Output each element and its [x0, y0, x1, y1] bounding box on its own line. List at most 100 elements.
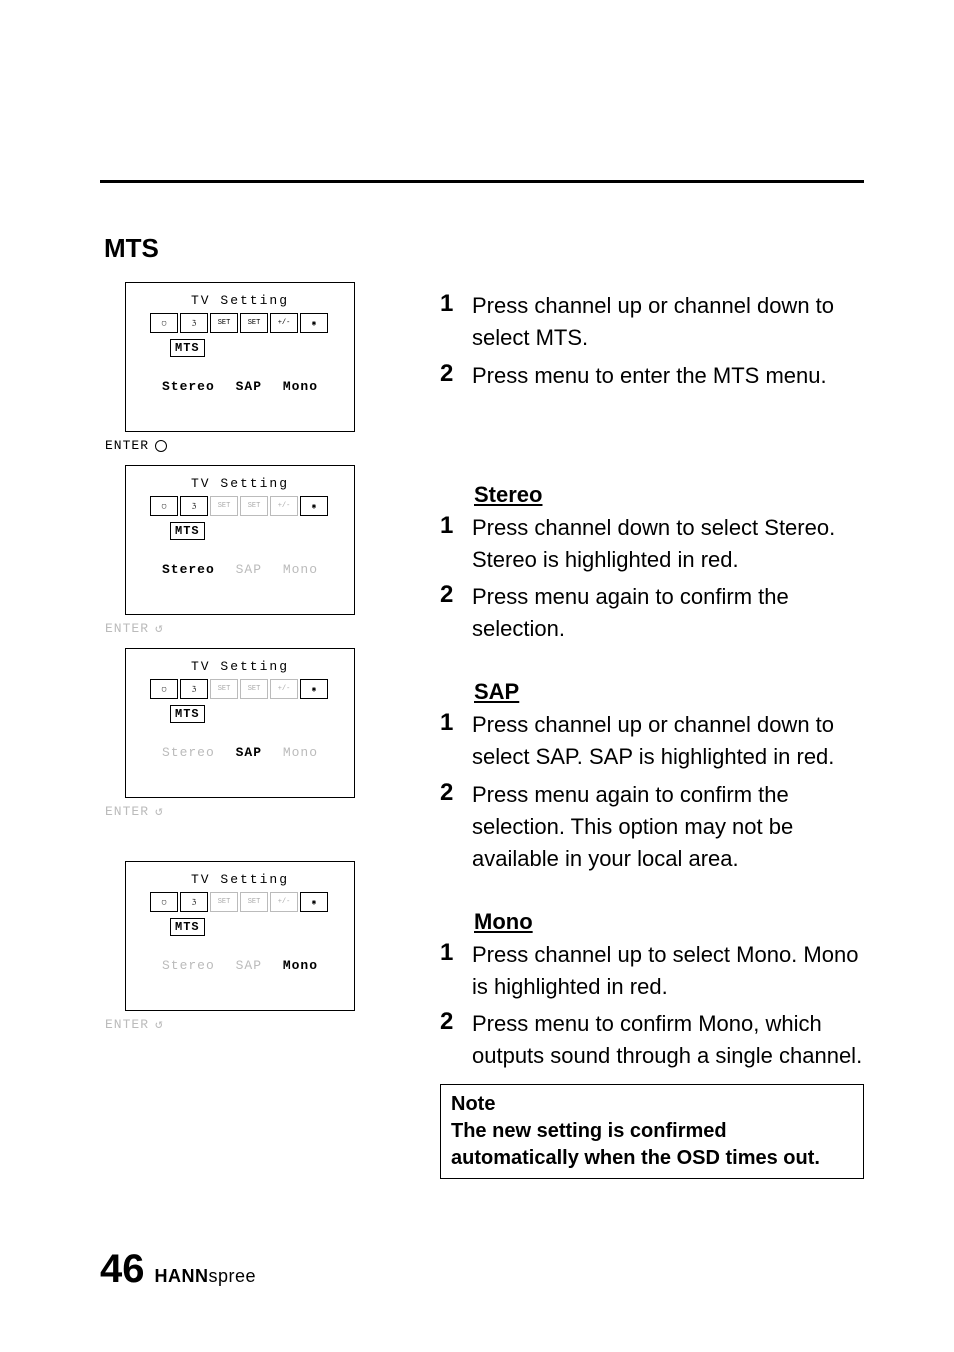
step-text: Press menu to enter the MTS menu. [472, 360, 827, 392]
tv-icon: ▢ [150, 679, 178, 699]
enter-label: ENTER ↺ [105, 1017, 370, 1032]
opt-mono: Mono [283, 379, 318, 394]
tv-icon: ▢ [150, 496, 178, 516]
manuset-icon: SET [240, 313, 268, 333]
enter-text: ENTER [105, 438, 149, 453]
opt-mono: Mono [283, 745, 318, 760]
enter-text: ENTER [105, 1017, 149, 1032]
step-number: 1 [440, 709, 460, 773]
manuset-icon: SET [240, 892, 268, 912]
enter-label: ENTER ↺ [105, 804, 370, 819]
osd-icon-row: ▢ ℨ SET SET +/- ◉ [150, 892, 328, 912]
step-item: 2 Press menu again to confirm the select… [440, 581, 864, 645]
step-number: 2 [440, 360, 460, 392]
enter-arrow-icon: ↺ [155, 804, 164, 819]
enter-label: ENTER ↺ [105, 621, 370, 636]
enter-icon [155, 440, 167, 452]
note-box: Note The new setting is confirmed automa… [440, 1084, 864, 1179]
intro-steps: 1 Press channel up or channel down to se… [440, 290, 864, 392]
page-number: 46 [100, 1247, 145, 1292]
enter-arrow-icon: ↺ [155, 621, 164, 636]
channel-icon: +/- [270, 313, 298, 333]
brand-logo: HANNspree [155, 1266, 257, 1287]
sap-group: SAP 1 Press channel up or channel down t… [440, 679, 864, 874]
group-heading: Mono [474, 909, 864, 935]
osd-icon-row: ▢ ℨ SET SET +/- ◉ [150, 496, 328, 516]
enter-arrow-icon: ↺ [155, 1017, 164, 1032]
channel-icon: +/- [270, 496, 298, 516]
channel-icon: +/- [270, 892, 298, 912]
mts-label: MTS [170, 339, 205, 357]
group-heading: Stereo [474, 482, 864, 508]
mts-label: MTS [170, 918, 205, 936]
step-text: Press menu again to confirm the selectio… [472, 779, 864, 875]
cc-icon: ◉ [300, 892, 328, 912]
cc-icon: ◉ [300, 679, 328, 699]
antenna-icon: ℨ [180, 892, 208, 912]
step-item: 2 Press menu to confirm Mono, which outp… [440, 1008, 864, 1072]
step-text: Press menu again to confirm the selectio… [472, 581, 864, 645]
tv-icon: ▢ [150, 892, 178, 912]
antenna-icon: ℨ [180, 679, 208, 699]
group-heading: SAP [474, 679, 864, 705]
brand-rest: spree [209, 1266, 257, 1286]
brand-bold: HANN [155, 1266, 209, 1286]
mts-label: MTS [170, 522, 205, 540]
step-item: 1 Press channel up to select Mono. Mono … [440, 939, 864, 1003]
osd-options: Stereo SAP Mono [126, 379, 354, 394]
osd-icon-row: ▢ ℨ SET SET +/- ◉ [150, 679, 328, 699]
step-item: 2 Press menu to enter the MTS menu. [440, 360, 864, 392]
section-title: MTS [104, 233, 864, 264]
step-item: 1 Press channel up or channel down to se… [440, 709, 864, 773]
channel-icon: +/- [270, 679, 298, 699]
step-number: 1 [440, 290, 460, 354]
opt-sap: SAP [236, 379, 262, 394]
enter-label: ENTER [105, 438, 370, 453]
cc-icon: ◉ [300, 496, 328, 516]
step-number: 2 [440, 779, 460, 875]
header-divider [100, 180, 864, 183]
step-number: 1 [440, 939, 460, 1003]
enter-text: ENTER [105, 804, 149, 819]
opt-stereo: Stereo [162, 745, 215, 760]
autoset-icon: SET [210, 679, 238, 699]
opt-stereo: Stereo [162, 379, 215, 394]
tv-icon: ▢ [150, 313, 178, 333]
opt-stereo: Stereo [162, 958, 215, 973]
step-item: 1 Press channel down to select Stereo. S… [440, 512, 864, 576]
mono-group: Mono 1 Press channel up to select Mono. … [440, 909, 864, 1073]
autoset-icon: SET [210, 496, 238, 516]
mts-label: MTS [170, 705, 205, 723]
step-text: Press menu to confirm Mono, which output… [472, 1008, 864, 1072]
manuset-icon: SET [240, 496, 268, 516]
step-text: Press channel up or channel down to sele… [472, 709, 864, 773]
opt-stereo: Stereo [162, 562, 215, 577]
osd-options: Stereo SAP Mono [126, 958, 354, 973]
autoset-icon: SET [210, 313, 238, 333]
opt-sap: SAP [236, 562, 262, 577]
osd-title: TV Setting [126, 872, 354, 887]
osd-screenshot-2: TV Setting ▢ ℨ SET SET +/- ◉ MTS Stereo … [100, 465, 370, 636]
opt-mono: Mono [283, 562, 318, 577]
cc-icon: ◉ [300, 313, 328, 333]
step-text: Press channel down to select Stereo. Ste… [472, 512, 864, 576]
manuset-icon: SET [240, 679, 268, 699]
opt-sap: SAP [236, 745, 262, 760]
step-item: 1 Press channel up or channel down to se… [440, 290, 864, 354]
stereo-group: Stereo 1 Press channel down to select St… [440, 482, 864, 646]
osd-icon-row: ▢ ℨ SET SET +/- ◉ [150, 313, 328, 333]
antenna-icon: ℨ [180, 313, 208, 333]
note-title: Note [451, 1091, 853, 1118]
page-footer: 46 HANNspree [100, 1247, 256, 1292]
osd-options: Stereo SAP Mono [126, 745, 354, 760]
autoset-icon: SET [210, 892, 238, 912]
step-item: 2 Press menu again to confirm the select… [440, 779, 864, 875]
osd-title: TV Setting [126, 659, 354, 674]
step-number: 2 [440, 581, 460, 645]
opt-sap: SAP [236, 958, 262, 973]
antenna-icon: ℨ [180, 496, 208, 516]
opt-mono: Mono [283, 958, 318, 973]
step-text: Press channel up or channel down to sele… [472, 290, 864, 354]
step-number: 1 [440, 512, 460, 576]
osd-screenshots-column: TV Setting ▢ ℨ SET SET +/- ◉ MTS Stereo … [100, 282, 370, 1179]
